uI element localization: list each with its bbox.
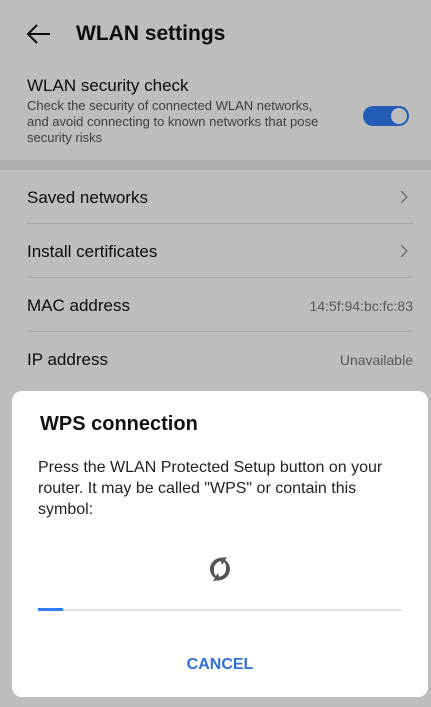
wps-progress-bar [38,608,402,611]
wps-icon [210,557,230,581]
dialog-message: Press the WLAN Protected Setup button on… [38,459,383,518]
cancel-button[interactable]: CANCEL [12,647,428,683]
wps-connection-dialog: WPS connection Press the WLAN Protected … [12,391,428,697]
dialog-title: WPS connection [40,413,198,435]
wps-progress-fill [38,608,64,611]
